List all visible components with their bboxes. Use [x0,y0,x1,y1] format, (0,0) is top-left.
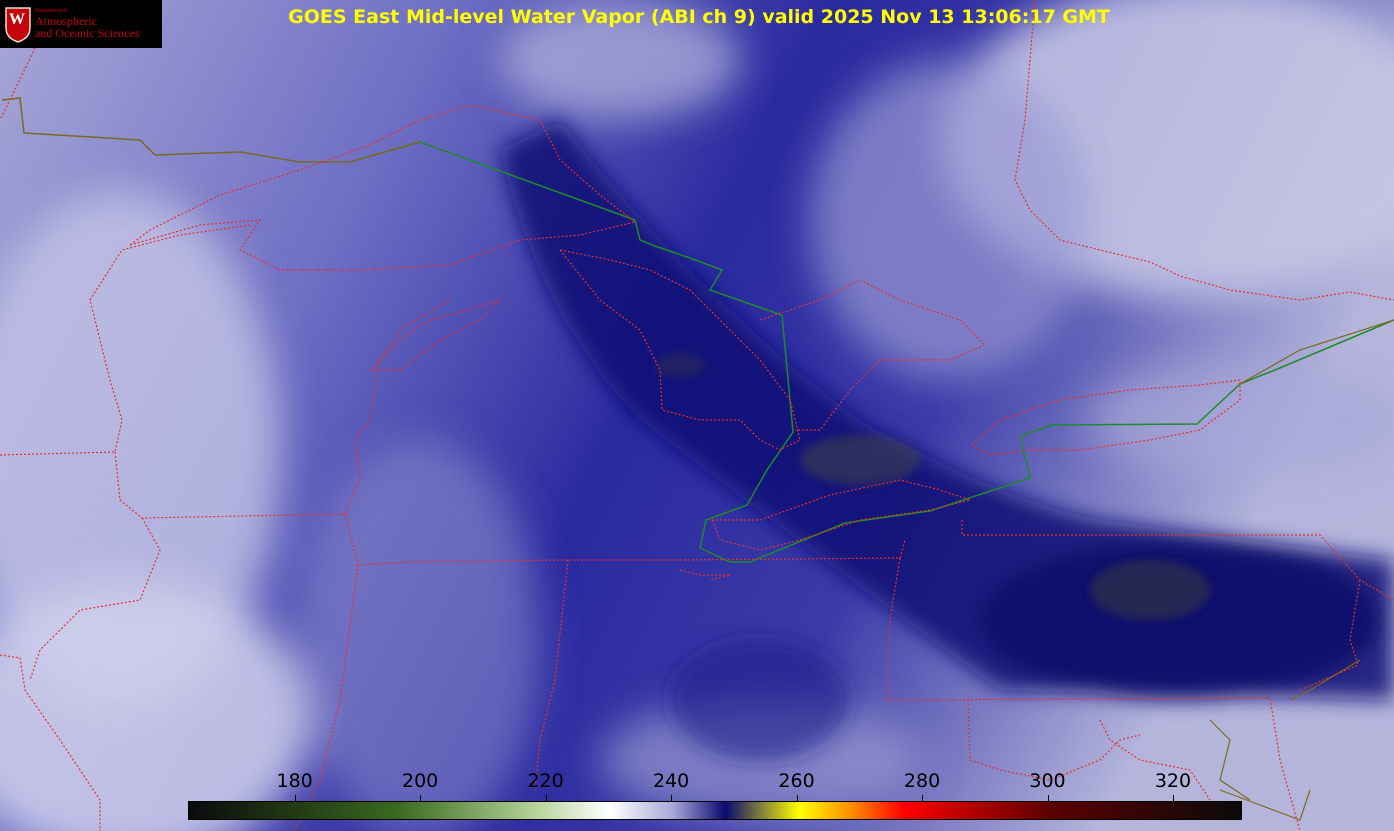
colorbar-tick-label: 260 [778,770,815,792]
map-title: GOES East Mid-level Water Vapor (ABI ch … [288,6,1110,28]
colorbar-tick-labels: 180 200 220 240 260 280 300 320 [0,770,1394,794]
colorbar [188,801,1242,820]
colorbar-tick-label: 180 [276,770,313,792]
water-vapor-map [0,0,1394,831]
colorbar-tick-label: 240 [652,770,690,792]
colorbar-tick-label: 320 [1154,770,1192,792]
colorbar-tick-label: 300 [1029,770,1066,792]
colorbar-tick-label: 200 [401,770,439,792]
colorbar-tick-label: 280 [903,770,941,792]
logo-line-2: and Oceanic Sciences [35,26,140,40]
colorbar-tick-label: 220 [527,770,564,792]
